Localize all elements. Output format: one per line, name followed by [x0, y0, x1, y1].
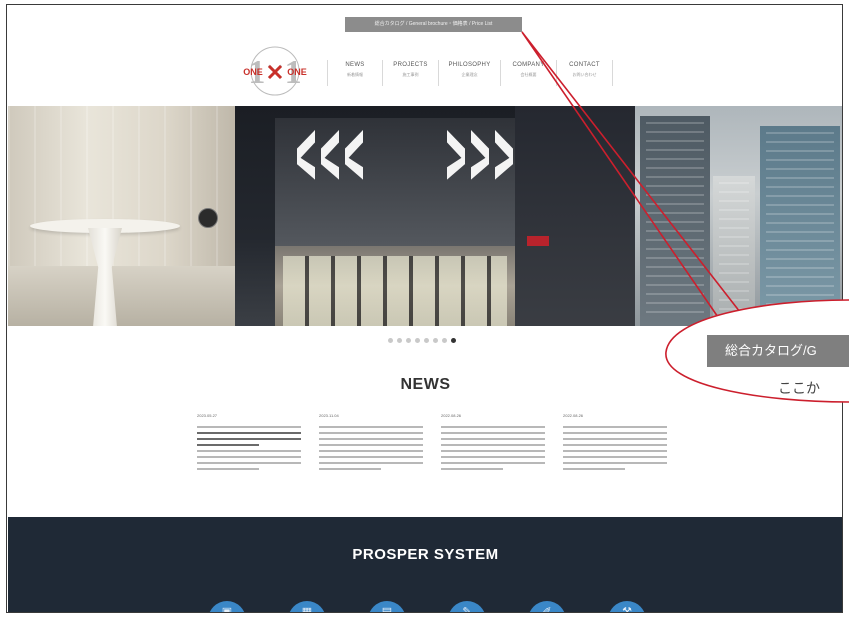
- nav-label: CONTACT: [569, 62, 600, 68]
- slider-dot[interactable]: [388, 338, 393, 343]
- callout-subtext: ここか: [778, 380, 820, 396]
- nav-label: NEWS: [345, 62, 365, 68]
- nav-sublabel: 企業理念: [461, 72, 478, 77]
- news-list: 2023.05.27 2023.11.04 2022.08.26 2022.08…: [197, 413, 667, 474]
- slider-dot[interactable]: [406, 338, 411, 343]
- prosper-icon-row: ▣ ▦ ▤ ✎ ✐ ⚒: [208, 601, 646, 612]
- slider-pagination: [388, 338, 456, 343]
- news-date: 2022.08.26: [563, 413, 584, 418]
- nav-label: COMPANY: [512, 62, 545, 68]
- slider-dot[interactable]: [433, 338, 438, 343]
- logo-mark-icon: 1×1 ONE ONE: [243, 46, 307, 96]
- prosper-icon-3[interactable]: ▤: [368, 601, 406, 612]
- slide-image-cityscape: [635, 106, 842, 326]
- callout-label: 総合カタログ/G: [707, 335, 849, 367]
- nav-contact[interactable]: CONTACT お問い合わせ: [557, 60, 613, 86]
- browser-frame: 総合カタログ / General brochure・価格表 / Price Li…: [6, 4, 843, 613]
- prosper-icon-2[interactable]: ▦: [288, 601, 326, 612]
- prosper-icon-6[interactable]: ⚒: [608, 601, 646, 612]
- nav-philosophy[interactable]: PHILOSOPHY 企業理念: [439, 60, 501, 86]
- svg-text:ONE: ONE: [287, 67, 307, 77]
- prosper-system-section: PROSPER SYSTEM ▣ ▦ ▤ ✎ ✐ ⚒: [8, 517, 842, 612]
- svg-text:ONE: ONE: [243, 67, 263, 77]
- nav-sublabel: お問い合わせ: [572, 72, 597, 77]
- slider-dot[interactable]: [451, 338, 456, 343]
- news-date: 2023.05.27: [197, 413, 218, 418]
- news-item[interactable]: 2023.11.04: [319, 413, 423, 474]
- news-item[interactable]: 2022.08.26: [563, 413, 667, 474]
- news-date: 2022.08.26: [441, 413, 462, 418]
- news-item[interactable]: 2023.05.27: [197, 413, 301, 474]
- prosper-heading: PROSPER SYSTEM: [352, 546, 499, 563]
- slider-dot[interactable]: [415, 338, 420, 343]
- hero-slider[interactable]: [8, 106, 842, 326]
- nav-sublabel: 会社概要: [520, 72, 537, 77]
- slide-image-storefront: [235, 106, 635, 326]
- nav-label: PROJECTS: [393, 62, 428, 68]
- news-date: 2023.11.04: [319, 413, 339, 418]
- nav-news[interactable]: NEWS 新着情報: [327, 60, 383, 86]
- news-heading: NEWS: [400, 376, 451, 393]
- site-logo[interactable]: 1×1 ONE ONE: [235, 45, 315, 97]
- brochure-banner-link[interactable]: 総合カタログ / General brochure・価格表 / Price Li…: [345, 17, 522, 32]
- prosper-icon-1[interactable]: ▣: [208, 601, 246, 612]
- main-nav: NEWS 新着情報 PROJECTS 施工事例 PHILOSOPHY 企業理念 …: [327, 60, 613, 86]
- nav-sublabel: 新着情報: [347, 72, 363, 77]
- slider-prev-button[interactable]: [198, 208, 218, 228]
- prosper-icon-5[interactable]: ✐: [528, 601, 566, 612]
- nav-sublabel: 施工事例: [402, 72, 419, 77]
- nav-company[interactable]: COMPANY 会社概要: [501, 60, 557, 86]
- slider-dot[interactable]: [424, 338, 429, 343]
- nav-label: PHILOSOPHY: [448, 62, 491, 68]
- slider-dot[interactable]: [442, 338, 447, 343]
- news-item[interactable]: 2022.08.26: [441, 413, 545, 474]
- nav-projects[interactable]: PROJECTS 施工事例: [383, 60, 439, 86]
- slider-dot[interactable]: [397, 338, 402, 343]
- prosper-icon-4[interactable]: ✎: [448, 601, 486, 612]
